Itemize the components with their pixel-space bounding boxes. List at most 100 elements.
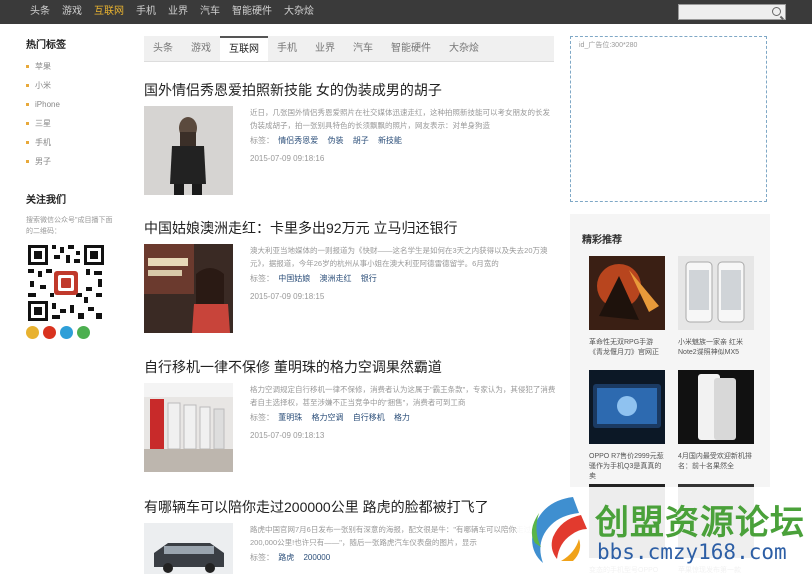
article-date: 2015-07-09 09:18:16 (250, 154, 325, 163)
hot-tag-item[interactable]: 苹果 (26, 57, 118, 76)
recommend-thumbnail[interactable] (678, 256, 754, 330)
top-nav-item-cars[interactable]: 汽车 (200, 0, 220, 24)
article-body: 路虎中国官网7月6日发布一张别有深意的海报，配文很是牛："有哪辆车可以陪你走过2… (250, 523, 556, 563)
tab-games[interactable]: 游戏 (182, 36, 220, 61)
top-nav-bar: 头条 游戏 互联网 手机 业界 汽车 智能硬件 大杂烩 (0, 0, 812, 24)
hot-tag-item[interactable]: 三星 (26, 114, 118, 133)
article-tags: 标签： 情侣秀恩爱 伪装 胡子 新技能 (250, 135, 556, 146)
article-tag[interactable]: 格力空调 (311, 413, 343, 422)
recommend-title: 精彩推荐 (582, 235, 622, 246)
article-tags-label: 标签： (250, 274, 274, 283)
star-icon[interactable] (26, 326, 39, 339)
tab-smart-hardware[interactable]: 智能硬件 (382, 36, 440, 61)
article-summary: 格力空调规定自行移机一律不保修，消费者认为这属于"霸王条款"，专家认为，其侵犯了… (250, 385, 556, 407)
article-tag[interactable]: 路虎 (278, 553, 294, 562)
article-tag[interactable]: 胡子 (353, 136, 369, 145)
article-thumbnail[interactable] (144, 523, 233, 574)
article-date: 2015-07-09 09:18:13 (250, 431, 325, 440)
qr-code (26, 243, 106, 323)
hot-tag-item[interactable]: 手机 (26, 133, 118, 152)
article-summary: 近日，几张国外情侣秀恩爱照片在社交媒体迅速走红，这种拍照新技能可以考女朋友的长发… (250, 108, 550, 130)
article-tag[interactable]: 银行 (361, 274, 377, 283)
hot-tags-title: 热门标签 (26, 40, 66, 51)
article-tag[interactable]: 伪装 (327, 136, 343, 145)
watermark-url: bbs.cmzy168.com (597, 540, 787, 564)
follow-us-title: 关注我们 (26, 195, 66, 206)
pinterest-icon[interactable] (60, 326, 73, 339)
social-icons (26, 326, 118, 339)
article-tag[interactable]: 自行移机 (353, 413, 385, 422)
watermark-logo (531, 497, 587, 563)
article-title[interactable]: 有哪辆车可以陪你走过200000公里 路虎的脸都被打飞了 (144, 497, 559, 517)
tab-misc[interactable]: 大杂烩 (440, 36, 488, 61)
recommend-thumbnail[interactable] (589, 256, 665, 330)
article-tag[interactable]: 新技能 (378, 136, 402, 145)
article-title[interactable]: 自行移机一律不保修 董明珠的格力空调果然霸道 (144, 357, 559, 377)
tab-headlines[interactable]: 头条 (144, 36, 182, 61)
recommend-caption[interactable]: 革命性无双RPG手游《青龙偃月刀》官网正 (589, 338, 665, 358)
article-summary: 澳大利亚当地媒体的一则报道为《快财——这名学生是如何在3天之内获得以及失去20万… (250, 246, 548, 268)
article-tags: 标签： 路虎 200000 (250, 552, 556, 563)
article-tag[interactable]: 中国姑娘 (278, 274, 310, 283)
hot-tag-item[interactable]: 小米 (26, 76, 118, 95)
watermark-name: 创盟资源论坛 (595, 504, 805, 542)
recommend-caption[interactable]: OPPO R7售价2999元惹骚作为手机Q3是真真的卖 (589, 452, 665, 482)
article-tags: 标签： 中国姑娘 澳洲走红 银行 (250, 273, 556, 284)
tab-industry[interactable]: 业界 (306, 36, 344, 61)
left-sidebar: 热门标签 苹果 小米 iPhone 三星 手机 男子 关注我们 搜索微信公众号"… (26, 36, 118, 339)
recommend-item[interactable]: 4月国内最受欢迎新机排名：前十名果然全 (678, 370, 754, 472)
article-thumbnail[interactable] (144, 383, 233, 472)
article-tags: 标签： 董明珠 格力空调 自行移机 格力 (250, 412, 556, 423)
weibo-icon[interactable] (43, 326, 56, 339)
ad-label: id_广告位:300*280 (579, 42, 638, 49)
watermark: 创盟资源论坛 bbs.cmzy168.com (517, 487, 812, 574)
article-tag[interactable]: 澳洲走红 (319, 274, 351, 283)
hot-tags-list: 苹果 小米 iPhone 三星 手机 男子 (26, 57, 118, 171)
recommend-item[interactable]: 革命性无双RPG手游《青龙偃月刀》官网正 (589, 256, 665, 358)
top-nav-item-internet[interactable]: 互联网 (94, 0, 124, 24)
article-body: 澳大利亚当地媒体的一则报道为《快财——这名学生是如何在3天之内获得以及失去20万… (250, 244, 556, 301)
article-item: 有哪辆车可以陪你走过200000公里 路虎的脸都被打飞了 路虎中国官网7月6日发… (144, 497, 559, 574)
top-nav: 头条 游戏 互联网 手机 业界 汽车 智能硬件 大杂烩 (30, 0, 326, 24)
article-body: 格力空调规定自行移机一律不保修，消费者认为这属于"霸王条款"，专家认为，其侵犯了… (250, 383, 556, 440)
category-tabs: 头条 游戏 互联网 手机 业界 汽车 智能硬件 大杂烩 (144, 36, 554, 62)
follow-us-text: 搜索微信公众号"成目播下面的二维码： (26, 217, 113, 235)
recommend-caption[interactable]: 4月国内最受欢迎新机排名：前十名果然全 (678, 452, 754, 472)
article-summary: 路虎中国官网7月6日发布一张别有深意的海报，配文很是牛："有哪辆车可以陪你走过2… (250, 525, 532, 547)
article-thumbnail[interactable] (144, 244, 233, 333)
top-nav-item-industry[interactable]: 业界 (168, 0, 188, 24)
hot-tag-item[interactable]: iPhone (26, 95, 118, 114)
ad-placeholder[interactable]: id_广告位:300*280 (570, 36, 767, 202)
top-nav-item-smart-hardware[interactable]: 智能硬件 (232, 0, 272, 24)
article-item: 中国姑娘澳洲走红：卡里多出92万元 立马归还银行 澳大利亚当地媒体的一则报道为《… (144, 218, 559, 338)
article-tag[interactable]: 格力 (394, 413, 410, 422)
search-icon[interactable] (772, 7, 781, 16)
article-tag[interactable]: 董明珠 (278, 413, 302, 422)
article-title[interactable]: 中国姑娘澳洲走红：卡里多出92万元 立马归还银行 (144, 218, 559, 238)
tab-internet[interactable]: 互联网 (220, 36, 268, 61)
hot-tag-item[interactable]: 男子 (26, 152, 118, 171)
article-item: 自行移机一律不保修 董明珠的格力空调果然霸道 格力空调规定自行移机一律不保修，消… (144, 357, 559, 477)
article-tags-label: 标签： (250, 413, 274, 422)
article-item: 国外情侣秀恩爱拍照新技能 女的伪装成男的胡子 近日，几张国外情侣秀恩爱照片在社交… (144, 80, 559, 200)
article-date: 2015-07-09 09:18:15 (250, 292, 325, 301)
top-nav-item-misc[interactable]: 大杂烩 (284, 0, 314, 24)
recommend-caption[interactable]: 小米魅族一家亲 红米Note2谍照神似MX5 (678, 338, 754, 358)
recommend-thumbnail[interactable] (589, 370, 665, 444)
tab-phones[interactable]: 手机 (268, 36, 306, 61)
article-tag[interactable]: 情侣秀恩爱 (278, 136, 318, 145)
search-input[interactable] (678, 4, 786, 20)
top-nav-item-phones[interactable]: 手机 (136, 0, 156, 24)
recommend-item[interactable]: 小米魅族一家亲 红米Note2谍照神似MX5 (678, 256, 754, 358)
article-tags-label: 标签： (250, 136, 274, 145)
article-tag[interactable]: 200000 (303, 553, 330, 562)
article-thumbnail[interactable] (144, 106, 233, 195)
top-nav-item-games[interactable]: 游戏 (62, 0, 82, 24)
tab-cars[interactable]: 汽车 (344, 36, 382, 61)
recommend-item[interactable]: OPPO R7售价2999元惹骚作为手机Q3是真真的卖 (589, 370, 665, 482)
article-title[interactable]: 国外情侣秀恩爱拍照新技能 女的伪装成男的胡子 (144, 80, 559, 100)
wechat-icon[interactable] (77, 326, 90, 339)
recommend-thumbnail[interactable] (678, 370, 754, 444)
top-nav-item-headlines[interactable]: 头条 (30, 0, 50, 24)
article-tags-label: 标签： (250, 553, 274, 562)
